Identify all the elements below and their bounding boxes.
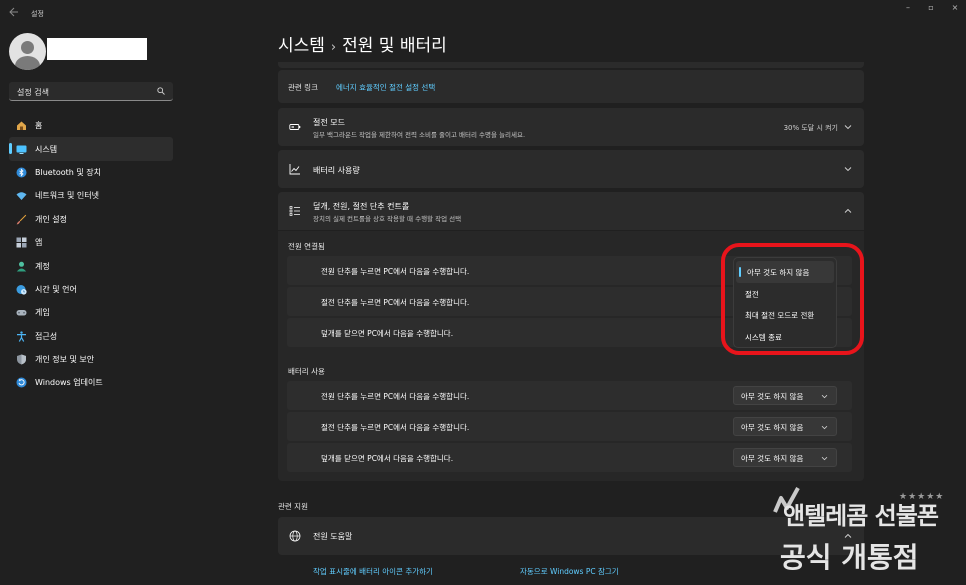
list-settings-icon — [289, 205, 301, 217]
sleep-mode-subtitle: 일부 백그라운드 작업을 제한하여 전력 소비를 줄이고 배터리 수명을 늘리세… — [313, 131, 526, 139]
title-bar: 설정 – ▫ × — [0, 0, 966, 28]
globe-clock-icon — [16, 284, 27, 295]
sleep-mode-title: 절전 모드 — [313, 118, 345, 127]
battery-sleep-button-row: 절전 단추를 누르면 PC에서 다음을 수행합니다. 아무 것도 하지 않음 — [287, 412, 852, 441]
sidebar-item-home[interactable]: 홈 — [9, 114, 173, 137]
battery-usage-card[interactable]: 배터리 사용량 — [278, 150, 864, 188]
related-links-card: 관련 링크 에너지 효율적인 절전 설정 선택 — [278, 70, 864, 103]
close-icon[interactable]: × — [950, 3, 960, 12]
shield-icon — [16, 354, 27, 365]
page-title: 전원 및 배터리 — [342, 36, 447, 56]
plugged-in-heading: 전원 연결됨 — [288, 242, 325, 251]
person-icon — [16, 261, 27, 272]
lid-power-buttons-card[interactable]: 덮개, 전원, 절전 단추 컨트롤 장치의 실제 컨트롤을 상호 작용할 때 수… — [278, 192, 864, 230]
sidebar-nav: 홈 시스템 Bluetooth 및 장치 네트워크 및 인터넷 개인 설정 앱 … — [9, 114, 173, 395]
chevron-down-icon[interactable] — [844, 165, 852, 173]
chart-icon — [289, 163, 301, 175]
wifi-icon — [16, 190, 27, 201]
battery-lid-close-dropdown[interactable]: 아무 것도 하지 않음 — [733, 448, 837, 467]
lid-power-subtitle: 장치의 실제 컨트롤을 상호 작용할 때 수행할 작업 선택 — [313, 215, 462, 223]
bluetooth-icon — [16, 167, 27, 178]
monitor-icon — [16, 144, 27, 155]
update-icon — [16, 377, 27, 388]
watermark-text-line2: 공식 개통점 — [780, 541, 919, 574]
battery-saver-icon — [289, 121, 301, 133]
add-battery-icon-link[interactable]: 작업 표시줄에 배터리 아이콘 추가하기 — [313, 566, 433, 577]
selection-indicator — [9, 143, 12, 155]
sleep-mode-value: 30% 도달 시 켜기 — [783, 124, 838, 132]
sidebar-item-privacy[interactable]: 개인 정보 및 보안 — [9, 348, 173, 371]
red-highlight-annotation — [721, 243, 864, 355]
sidebar-item-personalization[interactable]: 개인 설정 — [9, 208, 173, 231]
chevron-down-icon — [821, 455, 828, 462]
battery-usage-title: 배터리 사용량 — [313, 166, 360, 175]
avatar — [9, 33, 46, 70]
battery-power-button-row: 전원 단추를 누르면 PC에서 다음을 수행합니다. 아무 것도 하지 않음 — [287, 381, 852, 410]
scrolled-card-edge — [278, 62, 864, 68]
battery-sleep-button-dropdown[interactable]: 아무 것도 하지 않음 — [733, 417, 837, 436]
power-help-title: 전원 도움말 — [313, 532, 353, 541]
user-name-redacted — [47, 38, 147, 60]
lid-power-title: 덮개, 전원, 절전 단추 컨트롤 — [313, 202, 410, 211]
breadcrumb-separator: › — [330, 40, 337, 55]
watermark-text-line1: 앤텔레콤 선불폰 — [783, 502, 939, 530]
chevron-down-icon — [821, 393, 828, 400]
sidebar-item-gaming[interactable]: 게임 — [9, 301, 173, 324]
breadcrumb-parent[interactable]: 시스템 — [278, 36, 325, 56]
brush-icon — [16, 214, 27, 225]
chevron-down-icon — [821, 424, 828, 431]
on-battery-heading: 배터리 사용 — [288, 367, 325, 376]
chevron-down-icon[interactable] — [844, 123, 852, 131]
apps-icon — [16, 237, 27, 248]
globe-icon — [289, 530, 301, 542]
battery-power-button-dropdown[interactable]: 아무 것도 하지 않음 — [733, 386, 837, 405]
related-links-label: 관련 링크 — [288, 83, 318, 92]
gamepad-icon — [16, 307, 27, 318]
home-icon — [16, 120, 27, 131]
sidebar-item-network[interactable]: 네트워크 및 인터넷 — [9, 184, 173, 207]
auto-lock-pc-link[interactable]: 자동으로 Windows PC 잠그기 — [520, 566, 619, 577]
maximize-icon[interactable]: ▫ — [926, 3, 936, 12]
sidebar-item-accounts[interactable]: 계정 — [9, 254, 173, 277]
sidebar-item-system[interactable]: 시스템 — [9, 137, 173, 161]
search-box[interactable]: 설정 검색 — [9, 82, 173, 101]
minimize-icon[interactable]: – — [903, 3, 913, 12]
sidebar-item-accessibility[interactable]: 접근성 — [9, 325, 173, 348]
sleep-mode-card[interactable]: 절전 모드 일부 백그라운드 작업을 제한하여 전력 소비를 줄이고 배터리 수… — [278, 108, 864, 146]
accessibility-icon — [16, 331, 27, 342]
search-icon[interactable] — [157, 87, 165, 95]
search-input[interactable]: 설정 검색 — [17, 87, 49, 98]
chevron-up-icon[interactable] — [844, 207, 852, 215]
sidebar-item-time-language[interactable]: 시간 및 언어 — [9, 278, 173, 301]
related-support-heading: 관련 지원 — [278, 502, 308, 511]
sidebar-item-apps[interactable]: 앱 — [9, 231, 173, 254]
battery-lid-close-row: 덮개를 닫으면 PC에서 다음을 수행합니다. 아무 것도 하지 않음 — [287, 443, 852, 472]
sidebar-item-bluetooth[interactable]: Bluetooth 및 장치 — [9, 161, 173, 184]
energy-saving-link[interactable]: 에너지 효율적인 절전 설정 선택 — [336, 82, 435, 93]
breadcrumb: 시스템 › 전원 및 배터리 — [278, 31, 447, 56]
app-title: 설정 — [31, 10, 44, 18]
power-help-card[interactable]: 전원 도움말 — [278, 517, 864, 555]
sidebar-item-windows-update[interactable]: Windows 업데이트 — [9, 371, 173, 394]
back-arrow-icon[interactable] — [9, 7, 21, 19]
